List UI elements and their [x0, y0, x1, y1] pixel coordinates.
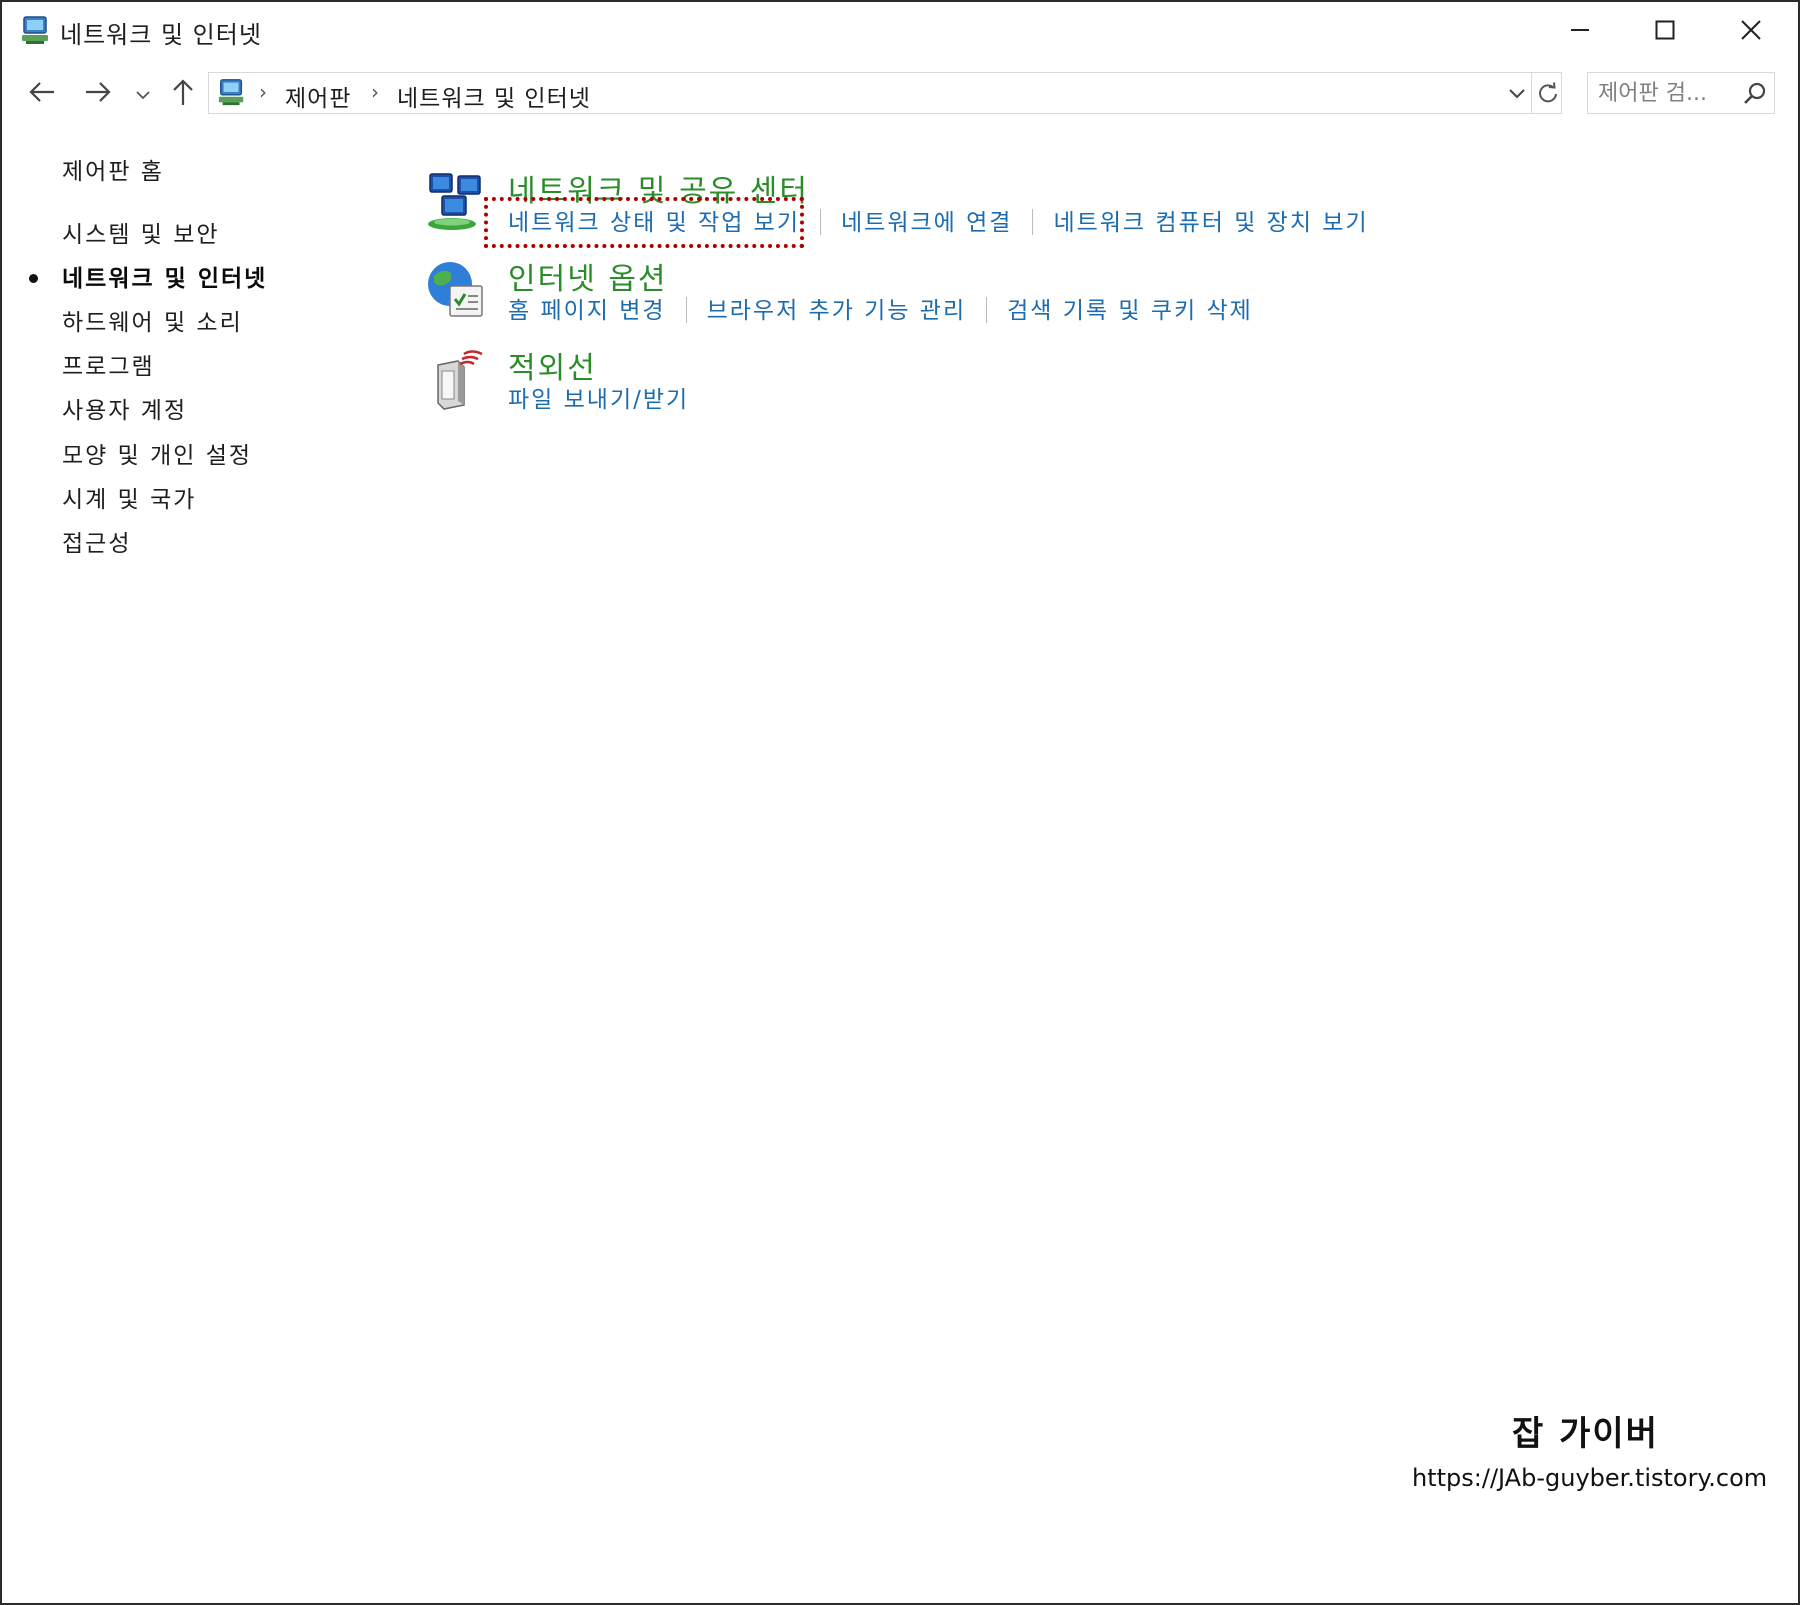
link-send-receive-files[interactable]: 파일 보내기/받기 — [508, 387, 689, 413]
link-separator — [820, 209, 822, 235]
link-manage-browser-addons[interactable]: 브라우저 추가 기능 관리 — [707, 298, 967, 324]
link-view-network-computers[interactable]: 네트워크 컴퓨터 및 장치 보기 — [1053, 210, 1368, 236]
control-panel-window: 네트워크 및 인터넷 › 제어판 › 네트워크 및 인터넷 제어판 검... 제… — [0, 0, 1800, 1605]
link-connect-to-network[interactable]: 네트워크에 연결 — [841, 210, 1012, 236]
breadcrumb-network-internet[interactable]: 네트워크 및 인터넷 — [397, 79, 591, 113]
title-bar[interactable]: 네트워크 및 인터넷 — [2, 2, 1798, 62]
infrared-icon[interactable] — [424, 347, 488, 411]
forward-button[interactable] — [80, 78, 116, 110]
highlight-box — [484, 197, 804, 248]
maximize-button[interactable] — [1622, 2, 1708, 62]
sidebar-item-system-security[interactable]: 시스템 및 보안 — [62, 215, 220, 249]
link-change-home-page[interactable]: 홈 페이지 변경 — [508, 298, 666, 324]
close-button[interactable] — [1708, 2, 1794, 62]
link-separator — [986, 297, 988, 323]
category-links: 파일 보내기/받기 — [508, 380, 689, 414]
watermark-name: 잡 가이버 — [1512, 1414, 1659, 1454]
link-delete-browsing-history[interactable]: 검색 기록 및 쿠키 삭제 — [1007, 298, 1253, 324]
sidebar-item-network-internet[interactable]: 네트워크 및 인터넷 — [62, 259, 267, 293]
refresh-button[interactable] — [1531, 73, 1564, 113]
maximize-icon — [1655, 20, 1675, 44]
active-bullet-icon — [29, 274, 38, 283]
minimize-icon — [1570, 20, 1590, 44]
back-button[interactable] — [24, 78, 60, 110]
window-title: 네트워크 및 인터넷 — [60, 21, 262, 49]
network-sharing-center-icon[interactable] — [424, 170, 488, 234]
sidebar-item-control-panel-home[interactable]: 제어판 홈 — [62, 152, 164, 186]
sidebar-item-hardware-sound[interactable]: 하드웨어 및 소리 — [62, 303, 243, 337]
recent-locations-button[interactable] — [132, 78, 154, 110]
chevron-down-icon — [136, 85, 150, 104]
breadcrumb-separator-icon[interactable]: › — [371, 80, 379, 104]
address-history-button[interactable] — [1505, 81, 1529, 105]
breadcrumb-control-panel[interactable]: 제어판 — [285, 79, 351, 113]
up-button[interactable] — [166, 78, 200, 110]
internet-options-icon[interactable] — [424, 258, 488, 322]
search-input[interactable] — [1598, 79, 1738, 107]
watermark-url: https://JAb-guyber.tistory.com — [1412, 1464, 1768, 1492]
chevron-down-icon — [1509, 89, 1525, 99]
sidebar-item-accessibility[interactable]: 접근성 — [62, 524, 131, 558]
sidebar-item-clock-region[interactable]: 시계 및 국가 — [62, 480, 196, 514]
sidebar-item-programs[interactable]: 프로그램 — [62, 347, 155, 381]
link-separator — [1032, 209, 1034, 235]
sidebar-item-user-accounts[interactable]: 사용자 계정 — [62, 391, 187, 425]
control-panel-icon — [20, 14, 52, 46]
arrow-right-icon — [84, 80, 112, 108]
category-links: 홈 페이지 변경 브라우저 추가 기능 관리 검색 기록 및 쿠키 삭제 — [508, 291, 1253, 325]
link-separator — [685, 297, 687, 323]
minimize-button[interactable] — [1537, 2, 1623, 62]
arrow-left-icon — [28, 80, 56, 108]
close-icon — [1740, 19, 1762, 45]
search-box[interactable] — [1587, 72, 1775, 114]
breadcrumb-separator-icon[interactable]: › — [259, 80, 267, 104]
navigation-bar: › 제어판 › 네트워크 및 인터넷 — [2, 68, 1798, 120]
arrow-up-icon — [171, 78, 195, 110]
address-bar[interactable]: › 제어판 › 네트워크 및 인터넷 — [208, 72, 1562, 114]
control-panel-icon — [217, 77, 247, 107]
refresh-icon — [1539, 82, 1557, 103]
search-icon[interactable] — [1742, 81, 1768, 107]
sidebar-item-appearance[interactable]: 모양 및 개인 설정 — [62, 436, 252, 470]
